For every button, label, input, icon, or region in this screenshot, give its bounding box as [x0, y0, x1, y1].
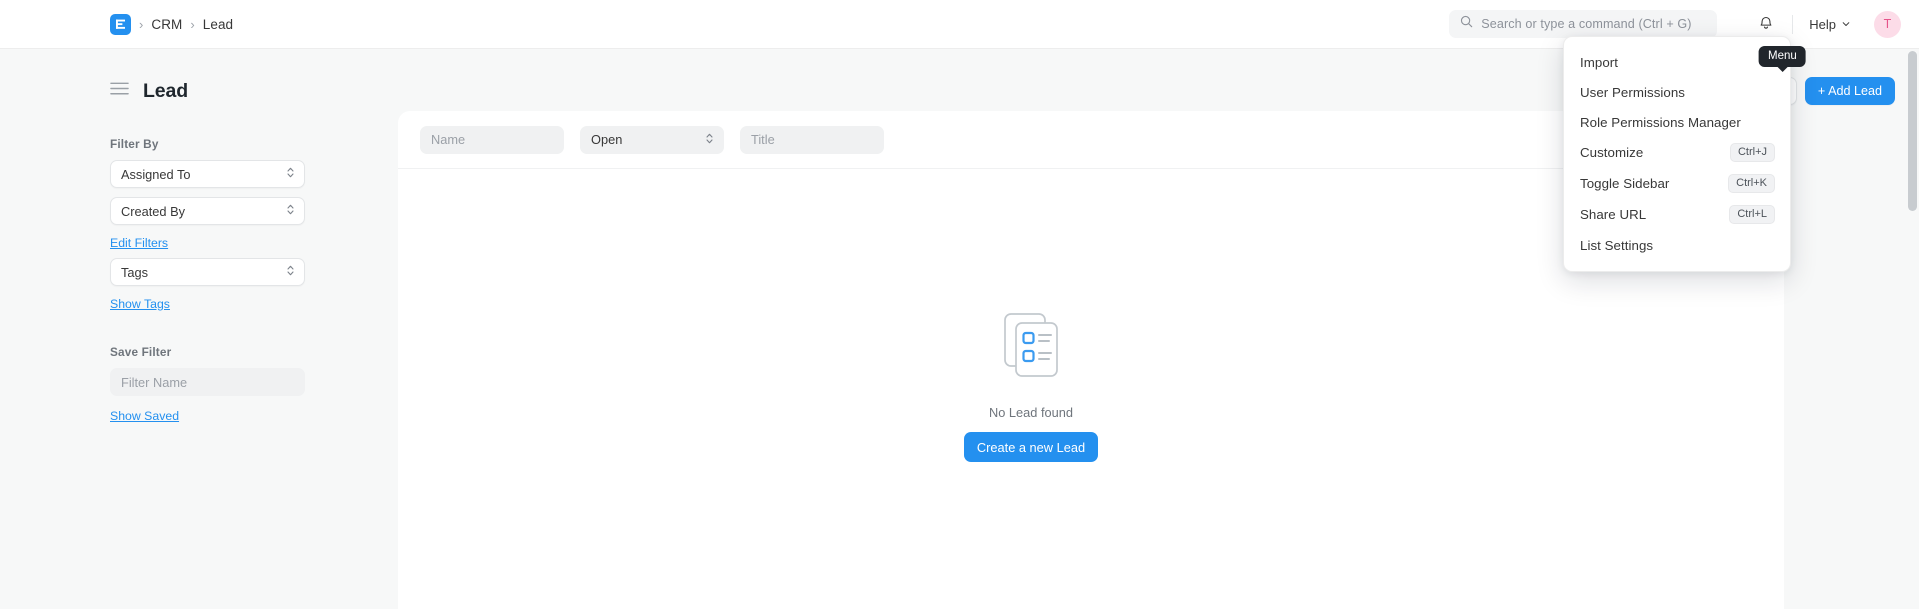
search-input[interactable]: Search or type a command (Ctrl + G)	[1449, 10, 1718, 38]
breadcrumb-lead[interactable]: Lead	[203, 17, 233, 32]
show-saved-link[interactable]: Show Saved	[110, 409, 179, 423]
navbar-left: › CRM › Lead	[0, 13, 233, 35]
menu-item-label: Import	[1580, 54, 1618, 70]
filter-title-field[interactable]	[740, 125, 884, 154]
updown-chevron-icon	[705, 132, 714, 148]
filter-by-label: Filter By	[110, 137, 159, 151]
hamburger-menu-icon[interactable]	[110, 81, 129, 101]
breadcrumb-separator-2: ›	[190, 16, 195, 32]
menu-item-customize[interactable]: Customize Ctrl+J	[1564, 137, 1790, 168]
search-icon	[1460, 15, 1473, 33]
chevron-down-icon	[1841, 17, 1851, 32]
menu-item-share-url[interactable]: Share URL Ctrl+L	[1564, 199, 1790, 230]
edit-filters-link[interactable]: Edit Filters	[110, 236, 168, 250]
created-by-select[interactable]: Created By	[110, 197, 305, 225]
menu-item-shortcut: Ctrl+J	[1729, 143, 1775, 162]
menu-item-shortcut: Ctrl+L	[1729, 205, 1775, 224]
menu-item-label: Toggle Sidebar	[1580, 176, 1670, 191]
show-tags-link[interactable]: Show Tags	[110, 297, 170, 311]
assigned-to-select[interactable]: Assigned To	[110, 160, 305, 188]
menu-tooltip: Menu	[1759, 46, 1806, 67]
breadcrumb-crm[interactable]: CRM	[151, 17, 182, 32]
navbar-divider	[1792, 14, 1794, 34]
navbar-right: Search or type a command (Ctrl + G) Help…	[1449, 9, 1901, 39]
empty-documents-icon	[991, 304, 1071, 389]
tags-value: Tags	[121, 264, 149, 280]
bell-icon	[1758, 15, 1774, 34]
save-filter-label: Save Filter	[110, 345, 172, 359]
search-placeholder: Search or type a command (Ctrl + G)	[1481, 17, 1692, 31]
create-new-lead-button[interactable]: Create a new Lead	[963, 432, 1099, 462]
menu-item-label: User Permissions	[1580, 84, 1685, 100]
notifications-button[interactable]	[1751, 9, 1781, 39]
tags-select[interactable]: Tags	[110, 258, 305, 286]
page-title: Lead	[143, 79, 189, 102]
menu-item-label: Role Permissions Manager	[1580, 114, 1741, 130]
frappe-logo-icon[interactable]	[110, 13, 131, 35]
empty-state-text: No Lead found	[989, 405, 1073, 420]
updown-chevron-icon	[286, 264, 295, 280]
help-label: Help	[1809, 16, 1836, 32]
filter-status-select[interactable]: Open	[580, 125, 724, 154]
updown-chevron-icon	[286, 166, 295, 182]
menu-item-toggle-sidebar[interactable]: Toggle Sidebar Ctrl+K	[1564, 168, 1790, 199]
menu-item-label: Customize	[1580, 145, 1644, 160]
menu-dropdown: Import User Permissions Role Permissions…	[1563, 36, 1791, 272]
menu-item-label: Share URL	[1580, 207, 1647, 222]
breadcrumb-separator-1: ›	[139, 16, 144, 32]
filter-name-input[interactable]	[110, 368, 305, 396]
page-scrollbar[interactable]	[1906, 49, 1919, 609]
filter-name-field[interactable]	[420, 125, 564, 154]
menu-item-shortcut: Ctrl+K	[1728, 174, 1775, 193]
menu-item-user-permissions[interactable]: User Permissions	[1564, 77, 1790, 107]
page-title-group: Lead	[110, 80, 188, 103]
menu-item-label: List Settings	[1580, 237, 1654, 253]
filter-status-value: Open	[591, 132, 623, 147]
created-by-value: Created By	[121, 203, 186, 219]
list-sidebar: Filter By Assigned To Created By Edit Fi…	[0, 111, 398, 609]
help-menu-button[interactable]: Help	[1804, 13, 1856, 36]
avatar[interactable]: T	[1874, 10, 1901, 38]
updown-chevron-icon	[286, 203, 295, 219]
page-scrollbar-thumb[interactable]	[1908, 51, 1917, 211]
add-lead-button[interactable]: + Add Lead	[1804, 77, 1895, 105]
assigned-to-value: Assigned To	[121, 166, 191, 182]
menu-item-list-settings[interactable]: List Settings	[1564, 230, 1790, 260]
menu-item-import[interactable]: Import	[1564, 47, 1790, 77]
menu-item-role-permissions-manager[interactable]: Role Permissions Manager	[1564, 107, 1790, 137]
